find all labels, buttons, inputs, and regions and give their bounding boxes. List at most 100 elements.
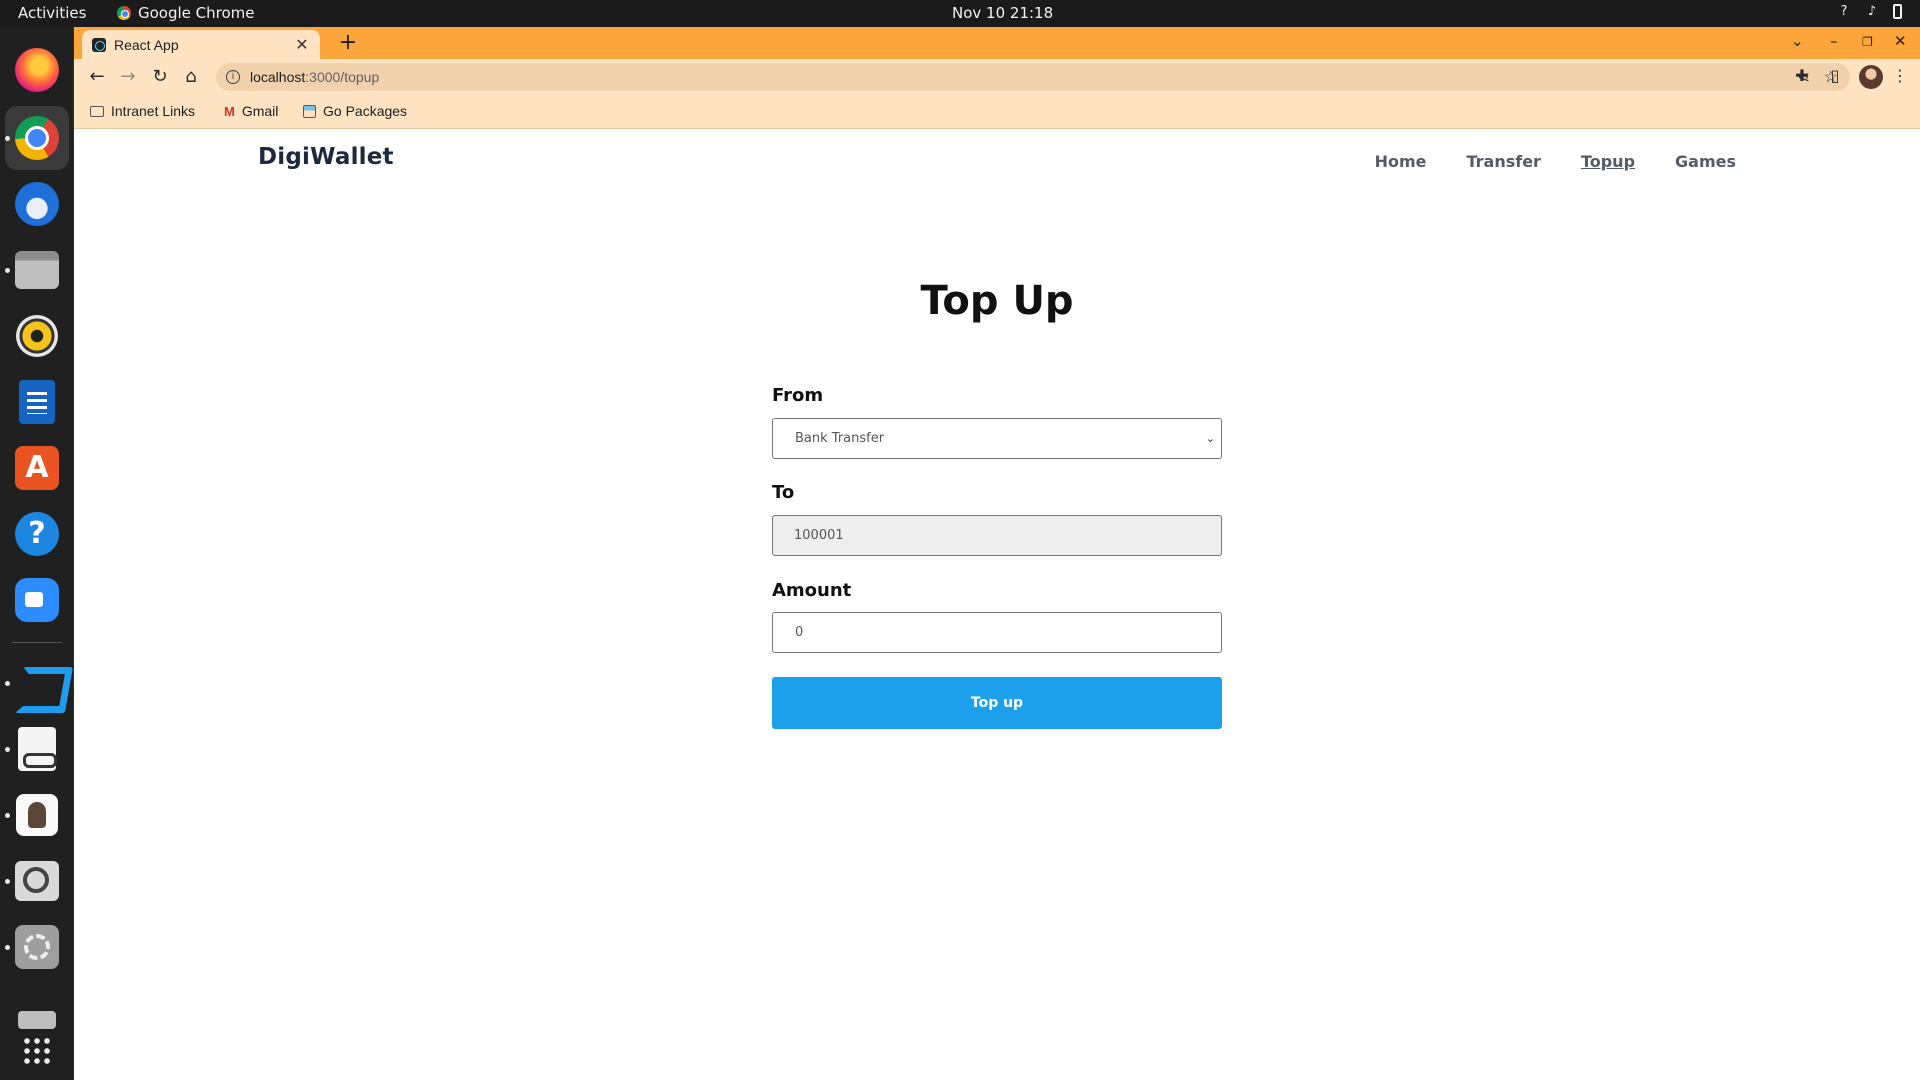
dock-settings[interactable] [13, 923, 61, 971]
browser-window: React App ✕ + ⌄ – ❐ ✕ ← → ↻ ⌂ i localhos… [74, 27, 1920, 1080]
from-label: From [772, 385, 824, 406]
url-path: :3000/topup [305, 69, 380, 85]
site-info-icon[interactable]: i [226, 70, 240, 84]
network-icon: ? [1840, 3, 1848, 19]
chrome-icon [117, 6, 131, 20]
chrome-icon [15, 116, 59, 160]
document-reader-icon [18, 727, 57, 771]
app-center-icon: A [15, 446, 59, 490]
nav-transfer[interactable]: Transfer [1466, 152, 1540, 171]
topup-submit-button[interactable]: Top up [772, 677, 1222, 729]
help-icon: ? [15, 512, 59, 556]
dock-thunderbird[interactable] [13, 180, 61, 228]
running-indicator [5, 879, 10, 884]
amount-input-value: 0 [795, 625, 804, 640]
amount-input[interactable]: 0 [772, 612, 1222, 653]
url-host: localhost [250, 69, 306, 85]
settings-icon [15, 925, 59, 969]
gimp-icon [16, 794, 58, 836]
dock-vscode[interactable] [13, 659, 61, 707]
home-icon[interactable]: ⌂ [180, 66, 202, 88]
bookmarks-bar: Intranet Links M Gmail Go Packages [74, 95, 1920, 129]
close-tab-icon[interactable]: ✕ [294, 35, 310, 55]
running-indicator [5, 747, 10, 752]
dock-rhythmbox[interactable] [13, 312, 61, 360]
extensions-icon[interactable]: ✚ [1791, 66, 1813, 85]
browser-tab[interactable]: React App ✕ [82, 30, 320, 59]
files-icon [15, 251, 59, 289]
running-indicator [5, 945, 10, 950]
bookmark-label: Gmail [241, 103, 279, 119]
zoom-icon [15, 578, 59, 622]
react-favicon-icon [92, 37, 106, 52]
dock-gimp[interactable] [13, 791, 61, 839]
nav-games[interactable]: Games [1675, 152, 1736, 171]
dock-zoom[interactable] [13, 576, 61, 624]
system-tray[interactable]: ? ♪ [1837, 4, 1902, 19]
show-applications-button[interactable] [13, 1027, 61, 1075]
app-menu[interactable]: Google Chrome [117, 4, 255, 22]
chevron-down-icon: ⌄ [1205, 432, 1215, 445]
from-select[interactable]: Bank Transfer ⌄ [772, 418, 1222, 459]
dock-files[interactable] [13, 246, 61, 294]
page-title: Top Up [920, 278, 1074, 324]
package-icon [303, 104, 316, 118]
to-label: To [772, 482, 795, 503]
running-indicator [5, 136, 10, 141]
nav-topup[interactable]: Topup [1581, 152, 1635, 171]
restore-icon[interactable]: ❐ [1862, 35, 1873, 49]
bookmark-label: Intranet Links [111, 103, 196, 119]
apps-grid-icon [22, 1036, 52, 1066]
tab-search-icon[interactable]: ⌄ [1791, 32, 1804, 50]
reload-icon[interactable]: ↻ [149, 66, 171, 88]
dock-separator [12, 642, 62, 643]
address-bar[interactable]: i localhost:3000/topup ⋖ ☆ [216, 63, 1850, 91]
amount-label: Amount [772, 580, 852, 601]
dock-writer[interactable] [13, 378, 61, 426]
minimize-icon[interactable]: – [1830, 32, 1838, 50]
web-page: DigiWallet Home Transfer Topup Games Top… [74, 130, 1920, 1080]
system-top-bar: Activities Google Chrome Nov 10 21:18 ? … [0, 0, 1920, 27]
bookmark-intranet-links[interactable]: Intranet Links [90, 103, 195, 119]
dock-firefox[interactable] [13, 46, 61, 94]
forward-icon[interactable]: → [117, 66, 139, 88]
brand-logo[interactable]: DigiWallet [258, 144, 394, 170]
nav-home[interactable]: Home [1375, 152, 1427, 171]
browser-toolbar: ← → ↻ ⌂ i localhost:3000/topup ⋖ ☆ ✚ ▯ ⋮ [74, 59, 1920, 95]
running-indicator [5, 813, 10, 818]
dock-image-viewer[interactable] [13, 857, 61, 905]
back-icon[interactable]: ← [86, 66, 108, 88]
chrome-menu-icon[interactable]: ⋮ [1889, 66, 1911, 85]
dock-help[interactable]: ? [13, 510, 61, 558]
to-field: 100001 [772, 515, 1222, 556]
volume-icon: ♪ [1867, 3, 1877, 19]
firefox-icon [15, 48, 59, 92]
dock-document-reader[interactable] [13, 725, 61, 773]
dock-app-center[interactable]: A [13, 444, 61, 492]
app-name: Google Chrome [138, 4, 255, 22]
bookmark-gmail[interactable]: M Gmail [224, 103, 278, 119]
gmail-icon: M [224, 103, 235, 119]
folder-icon [90, 105, 104, 117]
side-panel-icon[interactable]: ▯ [1824, 66, 1846, 85]
new-tab-button[interactable]: + [336, 30, 360, 55]
image-viewer-icon [15, 861, 59, 901]
to-field-value: 100001 [794, 528, 844, 543]
running-indicator [5, 268, 10, 273]
thunderbird-icon [15, 182, 59, 226]
close-window-icon[interactable]: ✕ [1894, 32, 1907, 50]
tab-strip: React App ✕ + ⌄ – ❐ ✕ [74, 27, 1920, 59]
activities-button[interactable]: Activities [18, 4, 86, 22]
vscode-icon [15, 661, 59, 705]
bookmark-go-packages[interactable]: Go Packages [303, 103, 407, 119]
clock[interactable]: Nov 10 21:18 [952, 4, 1053, 22]
profile-avatar[interactable] [1859, 65, 1883, 89]
bookmark-label: Go Packages [323, 103, 408, 119]
running-indicator [5, 681, 10, 686]
dock: A ? [0, 27, 74, 1080]
from-select-value: Bank Transfer [795, 431, 885, 446]
tab-title: React App [114, 36, 179, 53]
main-nav: Home Transfer Topup Games [1375, 152, 1736, 171]
dock-chrome[interactable] [5, 106, 69, 170]
topup-form: From Bank Transfer ⌄ To 100001 Amount 0 … [772, 385, 1222, 729]
